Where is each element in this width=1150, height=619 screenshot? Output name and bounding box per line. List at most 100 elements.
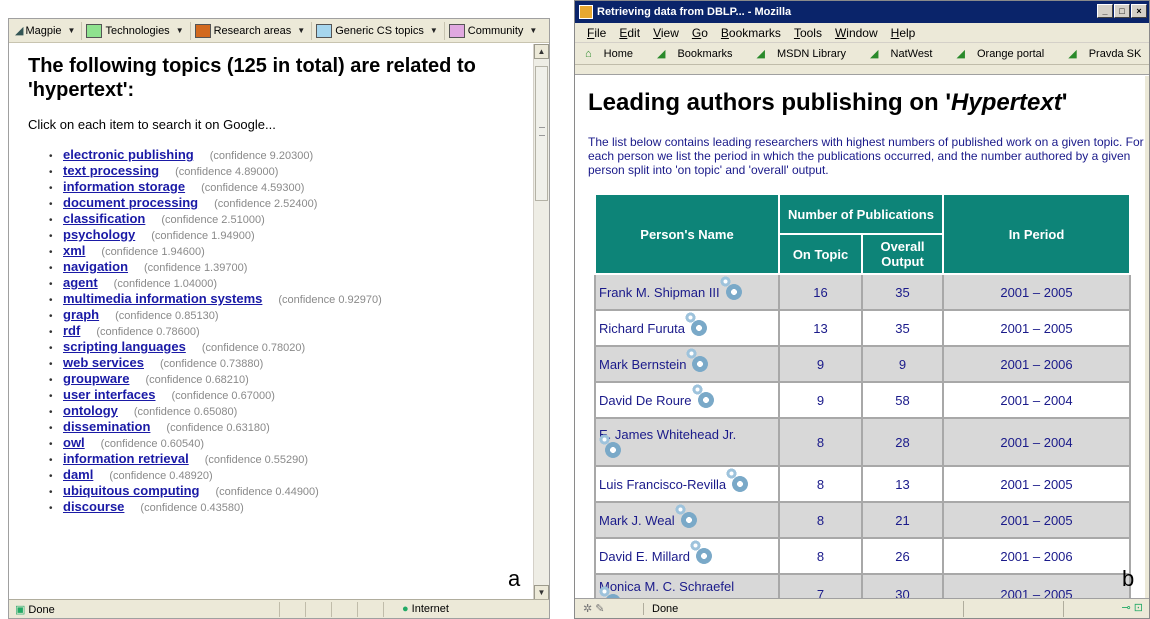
menu-item-bookmarks[interactable]: Bookmarks [721, 26, 781, 40]
topic-link[interactable]: agent [63, 275, 98, 291]
bookmark-label: Orange portal [976, 48, 1045, 60]
page-title: Leading authors publishing on 'Hypertext… [588, 89, 1068, 116]
author-name[interactable]: David E. Millard [599, 549, 690, 564]
author-name-cell: Richard Furuta [594, 309, 780, 347]
topic-link[interactable]: ubiquitous computing [63, 483, 199, 499]
cell-on-topic: 8 [778, 537, 863, 575]
bookmark-item[interactable]: ◢ Bookmarks [657, 47, 745, 60]
topic-link[interactable]: user interfaces [63, 387, 156, 403]
gears-icon[interactable] [674, 504, 697, 528]
gears-icon[interactable] [726, 468, 749, 492]
author-name-cell: E. James Whitehead Jr. [594, 417, 780, 467]
topic-link[interactable]: information storage [63, 179, 185, 195]
bookmark-label: Home [603, 47, 633, 60]
gears-icon[interactable] [719, 276, 742, 300]
author-name[interactable]: Mark J. Weal [599, 513, 675, 528]
panel-label-a: a [508, 566, 521, 591]
list-item: • xml (confidence 1.94600) [49, 243, 525, 259]
scroll-up-button[interactable]: ▲ [534, 44, 549, 59]
col-header-overall: Overall Output [861, 233, 944, 275]
topic-link[interactable]: dissemination [63, 419, 150, 435]
author-name[interactable]: David De Roure [599, 393, 692, 408]
author-name[interactable]: Monica M. C. Schraefel [599, 579, 734, 594]
menu-item-tools[interactable]: Tools [794, 26, 822, 40]
menu-item-go[interactable]: Go [692, 26, 708, 40]
topic-link[interactable]: electronic publishing [63, 147, 194, 163]
menu-item-help[interactable]: Help [891, 26, 916, 40]
topic-link[interactable]: xml [63, 243, 85, 259]
list-item: • agent (confidence 1.04000) [49, 275, 525, 291]
topic-link[interactable]: multimedia information systems [63, 291, 262, 307]
topic-link[interactable]: navigation [63, 259, 128, 275]
cell-overall: 35 [861, 309, 944, 347]
col-header-publications: Number of Publications [778, 193, 944, 235]
topics-page: The following topics (125 in total) are … [9, 44, 535, 600]
scrollbar-thumb[interactable] [535, 66, 548, 201]
bullet-icon: • [49, 423, 53, 434]
cell-on-topic: 8 [778, 501, 863, 539]
author-name-cell: David E. Millard [594, 537, 780, 575]
topic-link[interactable]: discourse [63, 499, 124, 515]
topic-link[interactable]: groupware [63, 371, 129, 387]
cell-period: 2001 – 2005 [942, 573, 1131, 600]
cell-on-topic: 16 [778, 273, 863, 311]
col-header-name: Person's Name [594, 193, 780, 275]
vertical-scrollbar[interactable] [1145, 76, 1149, 600]
bookmark-item[interactable]: ◢ Pravda SK [1068, 47, 1149, 60]
cell-on-topic: 9 [778, 381, 863, 419]
bookmark-item[interactable]: ◢ NatWest [870, 47, 944, 60]
cell-overall: 9 [861, 345, 944, 383]
magpie-menu-4[interactable]: Community ▼ [448, 22, 544, 40]
magpie-menu-2[interactable]: Research areas ▼ [194, 21, 313, 40]
magpie-menu-1[interactable]: Technologies ▼ [86, 21, 191, 40]
cell-on-topic: 9 [778, 345, 863, 383]
topic-link[interactable]: psychology [63, 227, 135, 243]
magpie-menu-0[interactable]: ◢ Magpie ▼ [15, 21, 83, 40]
list-item: • multimedia information systems (confiden… [49, 291, 525, 307]
bookmark-label: Pravda SK [1088, 48, 1142, 60]
table-row: Richard Furuta 13 35 2001 – 2005 [594, 309, 1131, 347]
bookmark-item[interactable]: ◢ MSDN Library [757, 47, 859, 60]
topic-link[interactable]: information retrieval [63, 451, 189, 467]
topic-link[interactable]: rdf [63, 323, 80, 339]
topic-link[interactable]: graph [63, 307, 99, 323]
menu-item-window[interactable]: Window [835, 26, 878, 40]
menu-item-edit[interactable]: Edit [619, 26, 640, 40]
topic-link[interactable]: owl [63, 435, 85, 451]
author-name[interactable]: Richard Furuta [599, 321, 685, 336]
menu-item-file[interactable]: File [587, 26, 606, 40]
magpie-menu-3[interactable]: Generic CS topics ▼ [316, 21, 445, 40]
scroll-down-button[interactable]: ▼ [534, 585, 549, 600]
gears-icon[interactable] [690, 540, 713, 564]
gears-icon[interactable] [691, 384, 714, 408]
status-segment [357, 601, 383, 617]
panel-label-b: b [1122, 566, 1135, 591]
mozilla-icon [579, 5, 593, 19]
topic-link[interactable]: classification [63, 211, 145, 227]
author-name[interactable]: Mark Bernstein [599, 357, 686, 372]
bookmark-item[interactable]: ⌂ Home [585, 48, 645, 60]
menu-item-view[interactable]: View [653, 26, 679, 40]
gears-icon[interactable] [684, 312, 707, 336]
topic-link[interactable]: text processing [63, 163, 159, 179]
list-item: • text processing (confidence 4.89000) [49, 163, 525, 179]
author-name[interactable]: Frank M. Shipman III [599, 285, 720, 300]
bookmark-icon: ◢ [756, 48, 765, 60]
topic-link[interactable]: ontology [63, 403, 118, 419]
gears-icon[interactable] [599, 433, 621, 458]
minimize-icon[interactable]: _ [1097, 4, 1113, 18]
confidence-value: (confidence 4.89000) [175, 166, 279, 178]
bookmark-item[interactable]: ◢ Orange portal [957, 47, 1057, 60]
list-item: • rdf (confidence 0.78600) [49, 323, 525, 339]
vertical-scrollbar[interactable]: ▲ ▼ [533, 44, 549, 600]
gears-icon[interactable] [686, 348, 709, 372]
topic-link[interactable]: web services [63, 355, 144, 371]
close-icon[interactable]: × [1131, 4, 1147, 18]
author-name[interactable]: E. James Whitehead Jr. [599, 427, 736, 442]
topic-link[interactable]: document processing [63, 195, 198, 211]
maximize-icon[interactable]: □ [1114, 4, 1130, 18]
author-name[interactable]: Luis Francisco-Revilla [599, 477, 726, 492]
topic-link[interactable]: scripting languages [63, 339, 186, 355]
topic-link[interactable]: daml [63, 467, 93, 483]
cell-period: 2001 – 2005 [942, 465, 1131, 503]
